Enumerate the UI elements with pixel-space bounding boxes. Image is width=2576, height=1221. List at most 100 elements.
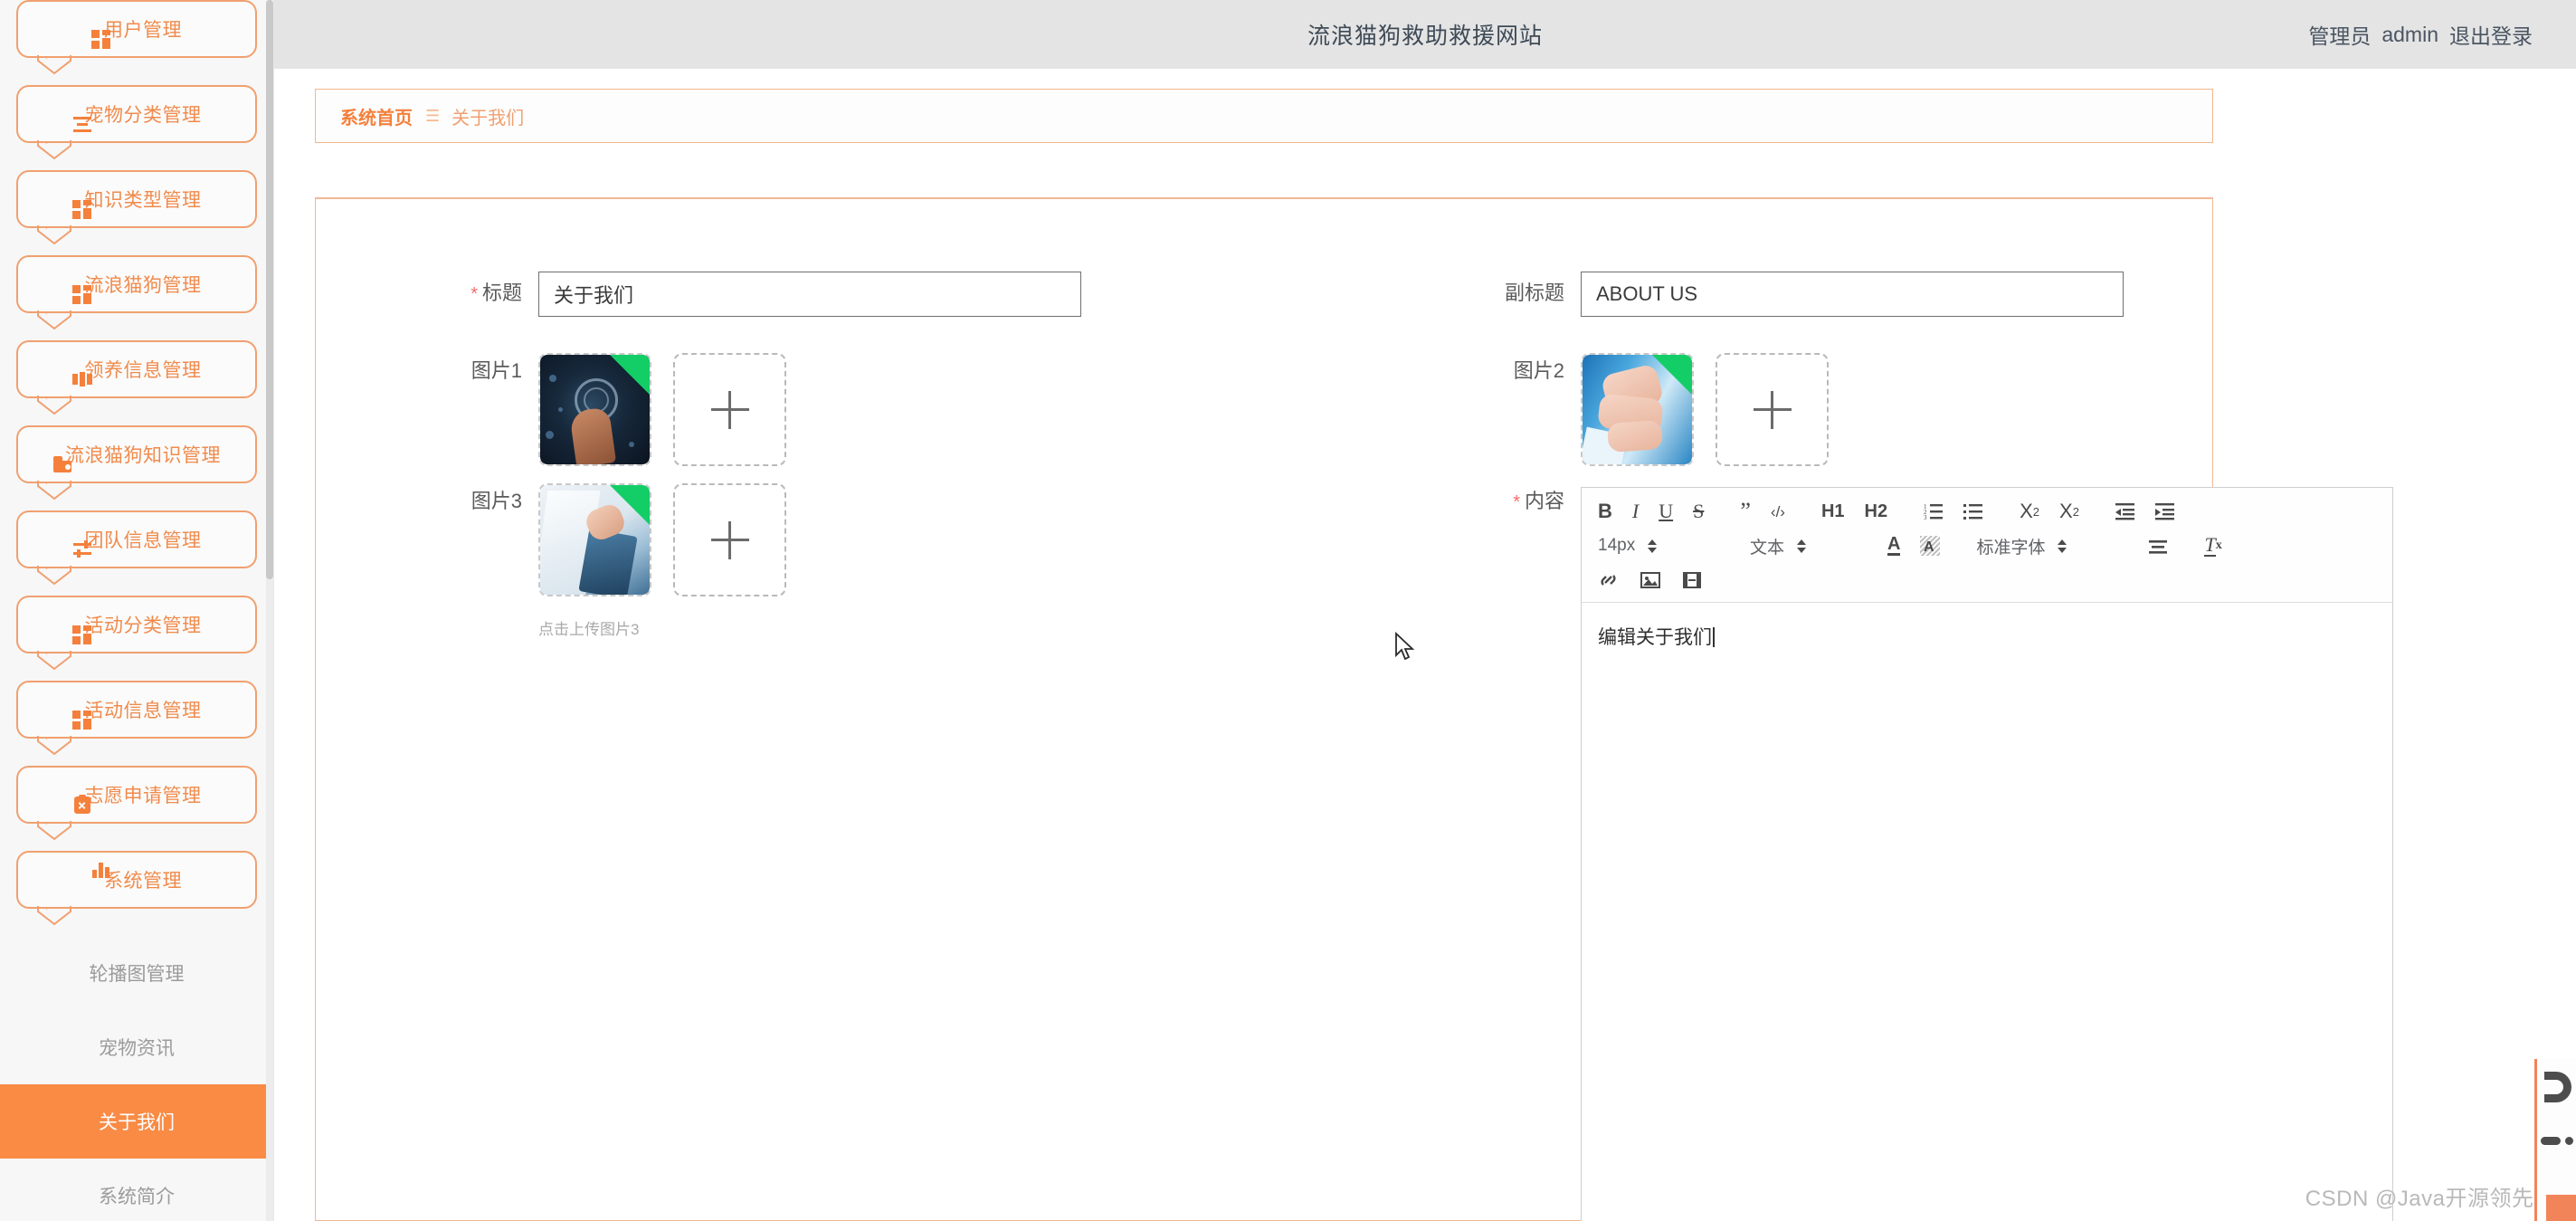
sidebar-item-2[interactable]: 宠物分类管理 bbox=[16, 85, 257, 160]
sidebar-item-bubble[interactable]: 活动分类管理 bbox=[16, 596, 257, 653]
content-label: * 内容 bbox=[1513, 490, 1564, 513]
image2-label: 图片2 bbox=[1513, 359, 1564, 382]
plus-icon bbox=[710, 390, 749, 429]
sidebar-item-10[interactable]: 志愿申请管理 bbox=[16, 766, 257, 841]
image1-thumbnail[interactable] bbox=[538, 353, 651, 466]
image1-uploader bbox=[538, 353, 786, 466]
sidebar: 用户管理宠物分类管理 知识类型管理流浪猫狗管理 领养信息管理 流浪猫狗知识管理 团队信息… bbox=[0, 0, 274, 1221]
title-input[interactable] bbox=[538, 272, 1081, 317]
editor-video-icon[interactable] bbox=[1681, 568, 1703, 593]
editor-toolbar: B I U S ” ‹/› H1 H2 1 2 3 X 2 X 2 14px 文本 A A 标准字体 Tx bbox=[1582, 488, 2392, 603]
image3-thumbnail[interactable] bbox=[538, 483, 651, 596]
floating-feedback-widget[interactable] bbox=[2534, 1059, 2576, 1221]
editor-background-color-icon[interactable]: A bbox=[1920, 533, 1941, 558]
sidebar-item-9[interactable]: 活动信息管理 bbox=[16, 681, 257, 756]
editor-bold-icon[interactable]: B bbox=[1598, 499, 1612, 524]
sidebar-item-pointer-icon bbox=[37, 906, 71, 926]
image2-uploader bbox=[1581, 353, 1829, 466]
sidebar-item-pointer-icon bbox=[37, 481, 71, 501]
sidebar-item-bubble[interactable]: 领养信息管理 bbox=[16, 340, 257, 398]
user-name: admin bbox=[2381, 22, 2438, 46]
image3-add-button[interactable] bbox=[673, 483, 786, 596]
editor-italic-icon[interactable]: I bbox=[1632, 499, 1639, 524]
editor-link-icon[interactable] bbox=[1598, 568, 1620, 593]
required-asterisk: * bbox=[471, 284, 478, 305]
sidebar-subitem-1[interactable]: 轮播图管理 bbox=[0, 936, 273, 1010]
about-us-form-card: *标题 副标题 图片1 bbox=[315, 197, 2393, 1221]
editor-font-family-select[interactable]: 标准字体 bbox=[1976, 534, 2112, 558]
editor-subscript-icon[interactable]: X2 bbox=[2020, 499, 2039, 524]
editor-font-color-icon[interactable]: A bbox=[1887, 533, 1901, 558]
content-label-row: * 内容 bbox=[1456, 480, 1564, 524]
editor-content-area[interactable]: 编辑关于我们 bbox=[1582, 603, 2392, 693]
sidebar-item-8[interactable]: 活动分类管理 bbox=[16, 596, 257, 671]
text-caret bbox=[1713, 627, 1715, 647]
sidebar-subitem-label: 关于我们 bbox=[99, 1112, 175, 1133]
sidebar-item-4[interactable]: 流浪猫狗管理 bbox=[16, 255, 257, 330]
sidebar-item-bubble[interactable]: 流浪猫狗管理 bbox=[16, 255, 257, 313]
logout-button[interactable]: 退出登录 bbox=[2449, 19, 2533, 50]
editor-strikethrough-icon[interactable]: S bbox=[1693, 499, 1704, 524]
sidebar-item-bubble[interactable]: 流浪猫狗知识管理 bbox=[16, 425, 257, 483]
editor-image-icon[interactable] bbox=[1640, 568, 1661, 593]
editor-heading-1-icon[interactable]: H1 bbox=[1821, 499, 1845, 524]
editor-heading-2-icon[interactable]: H2 bbox=[1865, 499, 1888, 524]
sidebar-item-label: 知识类型管理 bbox=[84, 190, 202, 211]
image3-selected-badge bbox=[610, 485, 650, 525]
sidebar-subitem-3[interactable]: 关于我们 bbox=[0, 1084, 273, 1159]
sidebar-item-bubble[interactable]: 团队信息管理 bbox=[16, 510, 257, 568]
sidebar-item-6[interactable]: 流浪猫狗知识管理 bbox=[16, 425, 257, 501]
sidebar-item-pointer-icon bbox=[37, 310, 71, 330]
sidebar-menu: 用户管理宠物分类管理 知识类型管理流浪猫狗管理 领养信息管理 流浪猫狗知识管理 团队信息… bbox=[0, 0, 273, 926]
sidebar-item-pointer-icon bbox=[37, 225, 71, 245]
editor-bullet-list-icon[interactable] bbox=[1963, 499, 1983, 524]
sidebar-item-label: 活动信息管理 bbox=[84, 701, 202, 721]
editor-clear-format-icon[interactable]: Tx bbox=[2204, 533, 2222, 558]
svg-text:3: 3 bbox=[1924, 514, 1927, 520]
sidebar-item-5[interactable]: 领养信息管理 bbox=[16, 340, 257, 415]
subtitle-input[interactable] bbox=[1581, 272, 2124, 317]
sidebar-subitem-2[interactable]: 宠物资讯 bbox=[0, 1010, 273, 1084]
editor-text-style-select[interactable]: 文本 bbox=[1750, 534, 1851, 558]
sidebar-subitem-label: 轮播图管理 bbox=[89, 964, 185, 985]
sidebar-item-bubble[interactable]: 志愿申请管理 bbox=[16, 766, 257, 824]
sidebar-item-label: 志愿申请管理 bbox=[84, 786, 202, 806]
breadcrumb-current: 关于我们 bbox=[452, 108, 525, 129]
editor-font-size-select[interactable]: 14px bbox=[1598, 536, 1699, 556]
sidebar-item-pointer-icon bbox=[37, 396, 71, 415]
sidebar-item-bubble[interactable]: 知识类型管理 bbox=[16, 170, 257, 228]
sidebar-subitem-4[interactable]: 系统简介 bbox=[0, 1159, 273, 1221]
sidebar-item-bubble[interactable]: 活动信息管理 bbox=[16, 681, 257, 739]
widget-glyph-top bbox=[2544, 1072, 2571, 1102]
editor-superscript-icon[interactable]: X2 bbox=[2059, 499, 2079, 524]
sidebar-item-label: 宠物分类管理 bbox=[84, 105, 202, 126]
stepper-caret-icon bbox=[2058, 539, 2067, 553]
editor-ordered-list-icon[interactable]: 123 bbox=[1924, 499, 1944, 524]
stepper-caret-icon bbox=[1648, 539, 1658, 553]
editor-underline-icon[interactable]: U bbox=[1659, 499, 1673, 524]
editor-outdent-icon[interactable] bbox=[2115, 499, 2135, 524]
sidebar-item-3[interactable]: 知识类型管理 bbox=[16, 170, 257, 245]
sidebar-item-label: 活动分类管理 bbox=[84, 615, 202, 636]
breadcrumb-home-link[interactable]: 系统首页 bbox=[340, 103, 413, 129]
sidebar-item-bubble[interactable]: 宠物分类管理 bbox=[16, 85, 257, 143]
title-label: * 标题 bbox=[471, 281, 522, 305]
sidebar-scrollbar-thumb[interactable] bbox=[266, 0, 273, 579]
subtitle-field-row: 副标题 bbox=[1456, 272, 2124, 317]
widget-glyph-dot bbox=[2565, 1137, 2573, 1145]
widget-glyph-dash bbox=[2541, 1137, 2561, 1145]
sidebar-item-1[interactable]: 用户管理 bbox=[16, 0, 257, 75]
sidebar-item-bubble[interactable]: 系统管理 bbox=[16, 851, 257, 909]
editor-align-icon[interactable] bbox=[2148, 533, 2168, 558]
image2-add-button[interactable] bbox=[1716, 353, 1829, 466]
sidebar-item-bubble[interactable]: 用户管理 bbox=[16, 0, 257, 58]
sidebar-item-11[interactable]: 系统管理 bbox=[16, 851, 257, 926]
editor-indent-icon[interactable] bbox=[2154, 499, 2175, 524]
editor-code-icon[interactable]: ‹/› bbox=[1771, 499, 1785, 524]
image2-thumbnail[interactable] bbox=[1581, 353, 1694, 466]
image1-add-button[interactable] bbox=[673, 353, 786, 466]
editor-blockquote-icon[interactable]: ” bbox=[1740, 499, 1751, 524]
image3-hint: 点击上传图片3 bbox=[538, 621, 640, 638]
sidebar-scrollbar[interactable] bbox=[266, 0, 273, 1221]
sidebar-item-7[interactable]: 团队信息管理 bbox=[16, 510, 257, 586]
